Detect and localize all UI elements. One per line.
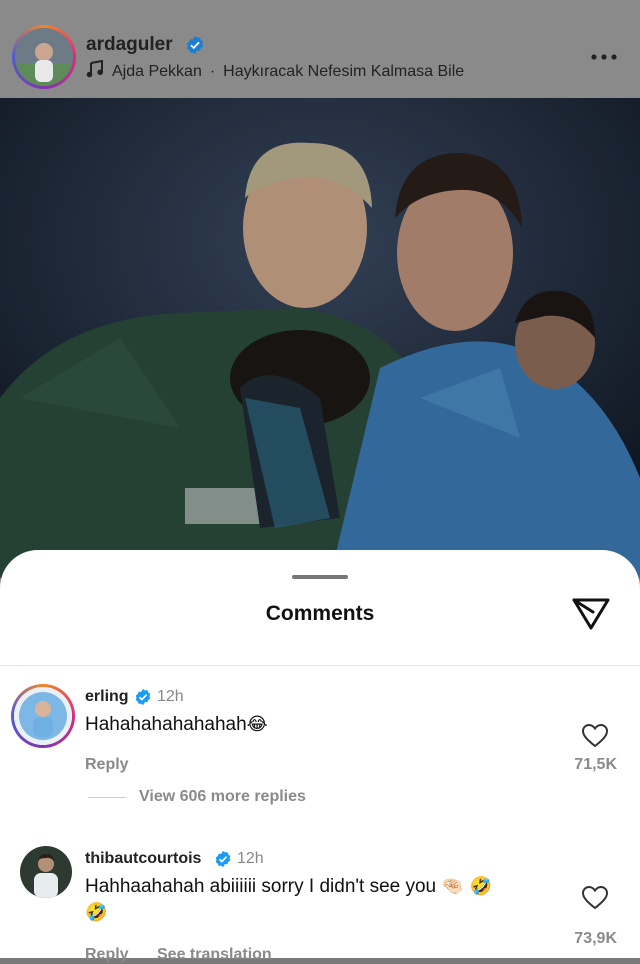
pinching-hand-laughing-emoji-icon: 🤏🏻 🤣: [441, 876, 492, 897]
comment-text: Hahhaahahah abiiiiii sorry I didn't see …: [85, 874, 535, 926]
comment-time: 12h: [157, 688, 184, 705]
laughing-emoji-icon: 🤣: [85, 902, 108, 923]
comment-avatar[interactable]: [11, 684, 75, 748]
sheet-divider: [0, 665, 640, 666]
like-heart-icon[interactable]: [581, 723, 609, 753]
verified-badge-icon: [185, 35, 205, 60]
comment-username[interactable]: erling: [85, 688, 129, 706]
post-author-avatar[interactable]: [12, 25, 76, 89]
comments-sheet: Comments erling 12h Hahahahahahahah😂 Rep…: [0, 550, 640, 963]
comment-avatar[interactable]: [20, 846, 72, 898]
laughing-emoji-icon: 😂: [246, 714, 268, 735]
like-count: 71,5K: [574, 756, 617, 773]
more-options-icon[interactable]: [591, 48, 617, 66]
view-more-replies-button[interactable]: View 606 more replies: [139, 788, 306, 806]
send-icon[interactable]: [571, 597, 611, 636]
replies-line: [88, 797, 126, 798]
music-separator: ·: [209, 62, 216, 80]
post-music[interactable]: Ajda Pekkan · Haykıracak Nefesim Kalmasa…: [86, 59, 465, 83]
like-heart-icon[interactable]: [581, 885, 609, 915]
post-author-username[interactable]: ardaguler: [86, 34, 173, 56]
verified-badge-icon: [214, 850, 232, 873]
comment-time: 12h: [237, 850, 264, 867]
verified-badge-icon: [134, 688, 152, 711]
reply-button[interactable]: Reply: [85, 946, 129, 964]
comment-username[interactable]: thibautcourtois: [85, 850, 201, 868]
music-artist: Ajda Pekkan: [112, 62, 202, 80]
comment-text: Hahahahahahahah😂: [85, 712, 268, 738]
comment-item: erling 12h Hahahahahahahah😂 Reply 71,5K …: [0, 682, 640, 812]
comment-body: Hahhaahahah abiiiiii sorry I didn't see …: [85, 876, 437, 897]
post-header: ardaguler Ajda Pekkan · Haykıracak Nefes…: [0, 0, 640, 98]
sheet-title: Comments: [265, 602, 375, 625]
drag-handle[interactable]: [292, 575, 348, 579]
music-note-icon: [86, 59, 104, 83]
like-count: 73,9K: [574, 930, 617, 947]
music-title: Haykıracak Nefesim Kalmasa Bile: [223, 62, 465, 80]
comment-body: Hahahahahahahah: [85, 714, 247, 735]
comment-item: thibautcourtois 12h Hahhaahahah abiiiiii…: [0, 844, 640, 963]
see-translation-button[interactable]: See translation: [157, 946, 272, 964]
reply-button[interactable]: Reply: [85, 756, 129, 774]
post-photo[interactable]: [0, 98, 640, 578]
